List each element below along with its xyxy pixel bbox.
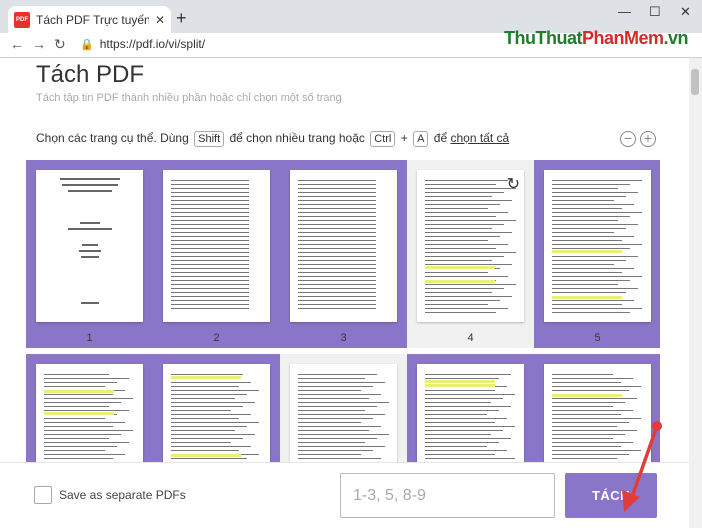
forward-arrow-icon[interactable]: → <box>32 36 46 52</box>
scrollbar[interactable] <box>689 58 702 528</box>
rotate-page-icon[interactable]: ↻ <box>507 174 520 194</box>
zoom-in-icon[interactable]: + <box>640 131 656 147</box>
page-range-input[interactable] <box>340 473 555 518</box>
window-close-button[interactable]: ✕ <box>680 4 691 20</box>
page-thumbnail-grid: 123↻45678910 <box>26 160 660 462</box>
page-thumbnail[interactable]: ↻ 4 <box>407 160 534 348</box>
zoom-out-icon[interactable]: − <box>620 131 636 147</box>
tab-close-icon[interactable]: ✕ <box>155 13 165 27</box>
page-preview <box>544 170 651 322</box>
maximize-button[interactable]: ☐ <box>649 4 661 20</box>
page-preview <box>290 364 397 462</box>
url-field[interactable]: 🔒 https://pdf.io/vi/split/ <box>80 37 205 51</box>
tab-title: Tách PDF Trực tuyến - Trích xuất ... <box>36 12 149 27</box>
page-thumbnail[interactable]: 2 <box>153 160 280 348</box>
browser-tab[interactable]: PDF Tách PDF Trực tuyến - Trích xuất ...… <box>8 6 171 33</box>
lock-icon: 🔒 <box>80 39 94 51</box>
select-all-link[interactable]: chọn tất cả <box>450 131 509 145</box>
page-number: 2 <box>213 332 220 344</box>
page-thumbnail[interactable]: 6 <box>26 354 153 462</box>
page-thumbnail[interactable]: 3 <box>280 160 407 348</box>
page-number: 4 <box>467 332 474 344</box>
page-preview <box>36 364 143 462</box>
page-preview <box>163 364 270 462</box>
page-number: 1 <box>86 332 93 344</box>
watermark-logo: ThuThuatPhanMem.vn <box>504 28 689 48</box>
page-preview <box>417 364 524 462</box>
page-number: 3 <box>340 332 347 344</box>
a-key-badge: A <box>413 131 429 147</box>
scrollbar-thumb[interactable] <box>691 69 699 95</box>
page-thumbnail[interactable]: 10 <box>534 354 660 462</box>
ctrl-key-badge: Ctrl <box>370 131 396 147</box>
page-thumbnail[interactable]: 1 <box>26 160 153 348</box>
page-number: 5 <box>594 332 601 344</box>
separate-pdfs-label: Save as separate PDFs <box>59 488 186 502</box>
page-title: Tách PDF <box>36 61 145 88</box>
new-tab-button[interactable]: + <box>176 9 187 27</box>
page-thumbnail[interactable]: 8 <box>280 354 407 462</box>
minimize-button[interactable]: — <box>618 4 631 19</box>
split-button[interactable]: TÁCH <box>565 473 657 518</box>
page-thumbnail[interactable]: 7 <box>153 354 280 462</box>
page-thumbnail[interactable]: 5 <box>534 160 660 348</box>
separate-pdfs-checkbox[interactable] <box>34 486 52 504</box>
page-thumbnail[interactable]: 9 <box>407 354 534 462</box>
reload-icon[interactable]: ↻ <box>54 36 66 53</box>
back-arrow-icon[interactable]: ← <box>10 36 24 52</box>
url-text: https://pdf.io/vi/split/ <box>99 37 206 51</box>
page-preview <box>163 170 270 322</box>
page-preview <box>544 364 651 462</box>
page-preview <box>290 170 397 322</box>
page-preview <box>36 170 143 322</box>
selection-instructions: Chọn các trang cụ thể. Dùng Shift để chọ… <box>36 131 510 147</box>
page-subtitle: Tách tập tin PDF thành nhiều phần hoặc c… <box>36 92 342 104</box>
pdf-favicon-icon: PDF <box>14 11 30 28</box>
shift-key-badge: Shift <box>194 131 225 147</box>
